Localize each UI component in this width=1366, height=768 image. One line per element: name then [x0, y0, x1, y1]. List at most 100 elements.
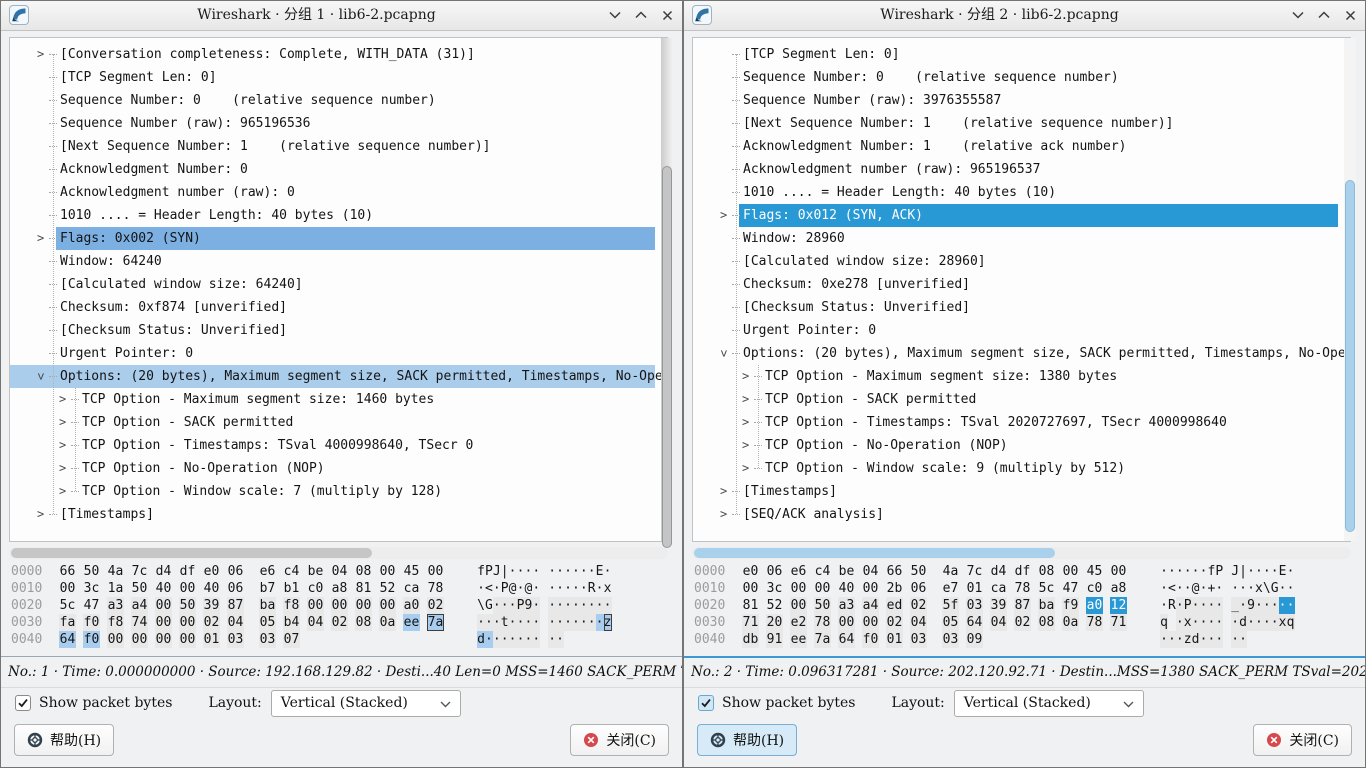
hex-byte[interactable]: 81: [742, 597, 759, 614]
ascii-char[interactable]: ·: [493, 580, 501, 597]
hex-byte[interactable]: 00: [742, 580, 759, 597]
hex-byte[interactable]: ee: [403, 614, 420, 631]
hex-byte[interactable]: 00: [307, 597, 324, 614]
ascii-char[interactable]: ·: [1200, 597, 1208, 614]
hex-byte[interactable]: e2: [790, 614, 807, 631]
ascii-char[interactable]: x: [1279, 614, 1287, 631]
hex-byte[interactable]: df: [179, 563, 196, 580]
hex-byte[interactable]: 05: [259, 614, 276, 631]
scrollbar-thumb[interactable]: [11, 548, 372, 558]
ascii-char[interactable]: @: [1192, 580, 1200, 597]
ascii-char[interactable]: ·: [1192, 597, 1200, 614]
tree-row[interactable]: [Checksum Status: Unverified]: [693, 296, 1338, 319]
hex-byte[interactable]: ed: [886, 597, 903, 614]
expand-icon[interactable]: >: [59, 388, 66, 411]
ascii-char[interactable]: ·: [493, 597, 501, 614]
ascii-char[interactable]: ·: [524, 563, 532, 580]
horizontal-scrollbar[interactable]: [692, 547, 1351, 559]
ascii-char[interactable]: ·: [596, 580, 604, 597]
hex-byte[interactable]: 0a: [1062, 614, 1079, 631]
ascii-char[interactable]: ·: [485, 614, 493, 631]
ascii-char[interactable]: ·: [564, 580, 572, 597]
minimize-button[interactable]: [608, 8, 622, 22]
hex-byte[interactable]: e6: [790, 563, 807, 580]
hex-byte[interactable]: 50: [83, 563, 100, 580]
ascii-char[interactable]: ·: [580, 614, 588, 631]
hex-byte[interactable]: 40: [838, 580, 855, 597]
hex-byte[interactable]: 7c: [131, 563, 148, 580]
expand-icon[interactable]: >: [59, 457, 66, 480]
ascii-char[interactable]: ·: [1239, 597, 1247, 614]
expand-icon[interactable]: >: [37, 43, 44, 66]
ascii-char[interactable]: z: [1184, 631, 1192, 648]
hex-byte[interactable]: 06: [227, 580, 244, 597]
ascii-char[interactable]: ·: [588, 563, 596, 580]
show-packet-bytes-checkbox[interactable]: [698, 695, 714, 711]
ascii-char[interactable]: q: [1160, 614, 1168, 631]
hex-byte[interactable]: c4: [814, 563, 831, 580]
hex-byte[interactable]: 78: [1086, 614, 1103, 631]
expand-icon[interactable]: >: [742, 457, 749, 480]
ascii-char[interactable]: ·: [604, 563, 612, 580]
tree-row[interactable]: Urgent Pointer: 0: [10, 342, 655, 365]
ascii-char[interactable]: ·: [572, 597, 580, 614]
ascii-char[interactable]: ·: [493, 614, 501, 631]
hex-byte[interactable]: ee: [790, 631, 807, 648]
hex-byte[interactable]: 00: [155, 614, 172, 631]
ascii-char[interactable]: R: [588, 580, 596, 597]
hex-byte[interactable]: 0a: [379, 614, 396, 631]
tree-row[interactable]: Checksum: 0xf874 [unverified]: [10, 296, 655, 319]
hex-byte[interactable]: 00: [862, 614, 879, 631]
hex-byte[interactable]: e0: [742, 563, 759, 580]
hex-byte[interactable]: 2b: [886, 580, 903, 597]
ascii-char[interactable]: ·: [588, 597, 596, 614]
hex-byte[interactable]: 64: [838, 631, 855, 648]
ascii-char[interactable]: x: [604, 580, 612, 597]
hex-byte[interactable]: 04: [990, 614, 1007, 631]
ascii-char[interactable]: ·: [485, 631, 493, 648]
vertical-scrollbar[interactable]: [661, 38, 673, 541]
ascii-char[interactable]: ·: [556, 631, 564, 648]
ascii-char[interactable]: ·: [1271, 563, 1279, 580]
ascii-char[interactable]: ·: [1263, 614, 1271, 631]
hex-byte[interactable]: 50: [910, 563, 927, 580]
ascii-char[interactable]: G: [1271, 580, 1279, 597]
ascii-char[interactable]: ·: [524, 631, 532, 648]
ascii-char[interactable]: ·: [501, 631, 509, 648]
ascii-char[interactable]: q: [1287, 614, 1295, 631]
tree-row[interactable]: >TCP Option - Timestamps: TSval 40009986…: [10, 434, 655, 457]
hex-byte[interactable]: 50: [814, 597, 831, 614]
tree-row[interactable]: Acknowledgment number (raw): 0: [10, 181, 655, 204]
hex-byte[interactable]: 00: [790, 597, 807, 614]
hex-byte[interactable]: c0: [307, 580, 324, 597]
hex-byte[interactable]: 4a: [942, 563, 959, 580]
hex-byte[interactable]: 00: [355, 597, 372, 614]
hex-byte[interactable]: c0: [1086, 580, 1103, 597]
ascii-char[interactable]: x: [1184, 614, 1192, 631]
hex-byte[interactable]: 39: [203, 597, 220, 614]
ascii-char[interactable]: R: [1168, 597, 1176, 614]
collapse-icon[interactable]: >: [712, 350, 735, 357]
hex-byte[interactable]: 47: [83, 597, 100, 614]
tree-row[interactable]: >Flags: 0x002 (SYN): [10, 227, 655, 250]
close-button[interactable]: 关闭(C): [1253, 724, 1352, 756]
ascii-char[interactable]: ·: [1184, 563, 1192, 580]
hex-byte[interactable]: 04: [862, 563, 879, 580]
hex-byte[interactable]: e0: [203, 563, 220, 580]
hex-byte[interactable]: 20: [766, 614, 783, 631]
help-button[interactable]: 帮助(H): [14, 724, 114, 756]
ascii-char[interactable]: @: [509, 580, 517, 597]
ascii-char[interactable]: ·: [532, 631, 540, 648]
hex-byte[interactable]: 00: [179, 580, 196, 597]
hex-byte[interactable]: 52: [379, 580, 396, 597]
ascii-char[interactable]: P: [1184, 597, 1192, 614]
ascii-char[interactable]: P: [485, 563, 493, 580]
expand-icon[interactable]: >: [742, 388, 749, 411]
ascii-char[interactable]: ·: [1168, 563, 1176, 580]
ascii-char[interactable]: ·: [556, 580, 564, 597]
tree-row[interactable]: >TCP Option - Timestamps: TSval 20207276…: [693, 411, 1338, 434]
ascii-char[interactable]: ·: [588, 614, 596, 631]
hex-byte[interactable]: 03: [966, 597, 983, 614]
tree-row[interactable]: 1010 .... = Header Length: 40 bytes (10): [10, 204, 655, 227]
tree-row[interactable]: Acknowledgment number (raw): 965196537: [693, 158, 1338, 181]
